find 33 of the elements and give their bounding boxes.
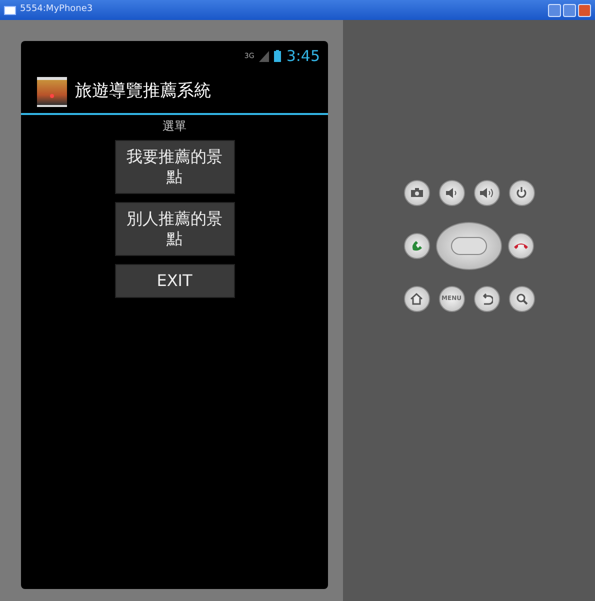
window-icon (4, 6, 16, 14)
app-icon (37, 77, 67, 107)
speaker-icon (446, 188, 457, 198)
home-icon (410, 292, 423, 304)
speaker-icon (480, 188, 494, 198)
camera-button[interactable] (404, 180, 430, 206)
menu-label: 選單 (162, 118, 188, 135)
search-button[interactable] (508, 286, 534, 312)
minimize-button[interactable] (548, 4, 561, 16)
menu-option-button[interactable]: 別人推薦的景點 (114, 202, 234, 256)
app-title: 旅遊導覽推薦系統 (75, 80, 211, 104)
back-arrow-icon (480, 292, 492, 304)
call-button[interactable] (404, 232, 430, 258)
dpad-center-button[interactable] (451, 236, 487, 254)
power-button[interactable] (508, 180, 534, 206)
camera-icon (410, 188, 422, 197)
phone-icon (514, 242, 528, 249)
window-title: 5554:MyPhone3 (20, 3, 93, 16)
battery-icon (274, 50, 282, 62)
menu-option-button[interactable]: 我要推薦的景點 (114, 140, 234, 194)
back-button[interactable] (474, 286, 500, 312)
menu-option-button[interactable]: EXIT (114, 264, 234, 298)
close-button[interactable] (578, 4, 591, 16)
volume-down-button[interactable] (438, 180, 464, 206)
clock: 3:45 (286, 46, 320, 67)
end-call-button[interactable] (508, 232, 534, 258)
power-icon (516, 187, 527, 198)
home-button[interactable] (404, 286, 430, 312)
search-icon (516, 292, 528, 304)
phone-icon (410, 239, 424, 252)
volume-up-button[interactable] (474, 180, 500, 206)
maximize-button[interactable] (563, 4, 576, 16)
signal-icon (259, 50, 270, 62)
